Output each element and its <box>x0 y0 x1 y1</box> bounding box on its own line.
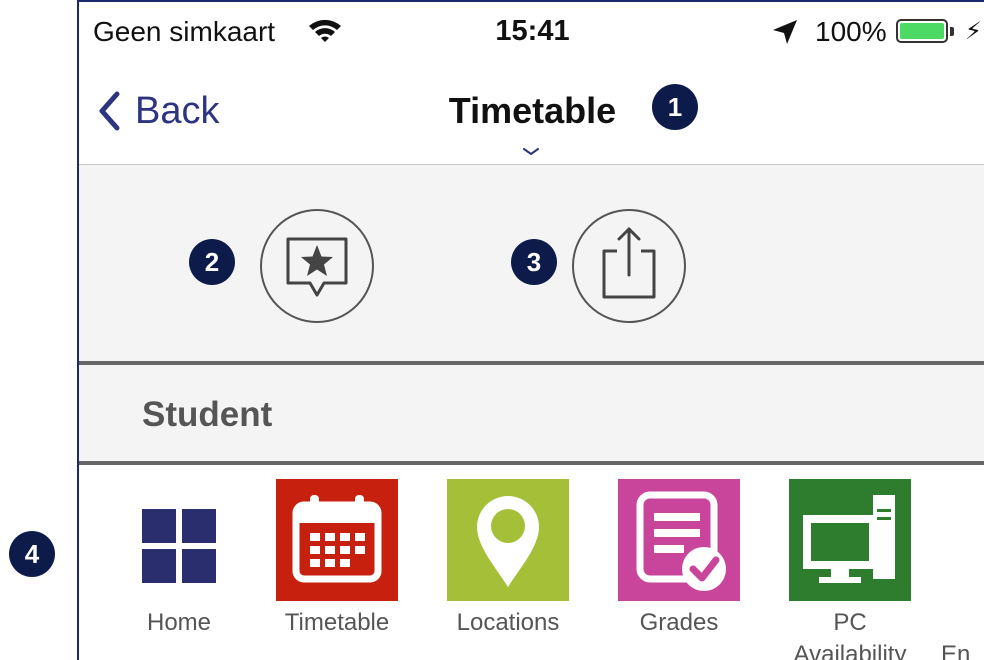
calendar-icon <box>276 479 398 601</box>
annotation-badge-3: 3 <box>511 239 557 285</box>
section-title: Student <box>142 395 273 434</box>
battery-icon <box>896 19 948 43</box>
annotation-badge-4: 4 <box>9 531 55 577</box>
tile-grades[interactable]: Grades <box>617 479 741 639</box>
tile-label: PC Availability <box>788 607 912 660</box>
tile-label: Locations <box>456 609 560 636</box>
navigation-bar: Back Timetable <box>79 64 984 165</box>
tile-label-line2: Availability <box>793 641 907 660</box>
map-pin-icon <box>447 479 569 601</box>
battery-nub <box>950 27 954 36</box>
tile-home[interactable]: Home <box>117 479 241 639</box>
battery-fill <box>900 23 944 39</box>
section-header: Student <box>79 365 984 465</box>
computer-icon <box>789 479 911 601</box>
tile-label: Timetable <box>284 609 390 636</box>
grid-icon <box>118 479 240 601</box>
status-bar: Geen simkaart 15:41 100% ⚡︎ <box>79 2 984 64</box>
location-arrow-icon <box>773 20 797 44</box>
annotation-badge-2: 2 <box>189 239 235 285</box>
grades-document-icon <box>618 479 740 601</box>
tile-label: Home <box>146 609 212 636</box>
tile-partial[interactable]: En <box>941 479 984 660</box>
tile-pc-availability[interactable]: PC Availability <box>788 479 912 660</box>
tile-label: En <box>941 641 971 660</box>
tile-locations[interactable]: Locations <box>446 479 570 639</box>
star-speech-bubble-icon <box>286 237 348 297</box>
favorite-button[interactable] <box>260 209 374 323</box>
tile-partial-icon-area <box>941 479 984 601</box>
page-title: Timetable <box>448 90 617 131</box>
tile-label: Grades <box>639 609 719 636</box>
tile-timetable[interactable]: Timetable <box>275 479 399 639</box>
phone-screen: Geen simkaart 15:41 100% ⚡︎ Back Timetab… <box>77 0 984 660</box>
annotation-badge-1: 1 <box>652 84 698 130</box>
chevron-down-icon[interactable] <box>523 148 539 156</box>
tile-label-line1: PC <box>833 609 867 636</box>
app-tile-row: Home Timetable Locations Grades PC Avail… <box>79 465 984 660</box>
battery-percent: 100% <box>815 16 887 47</box>
charging-bolt-icon: ⚡︎ <box>965 18 982 45</box>
share-button[interactable] <box>572 209 686 323</box>
share-icon <box>602 227 656 299</box>
